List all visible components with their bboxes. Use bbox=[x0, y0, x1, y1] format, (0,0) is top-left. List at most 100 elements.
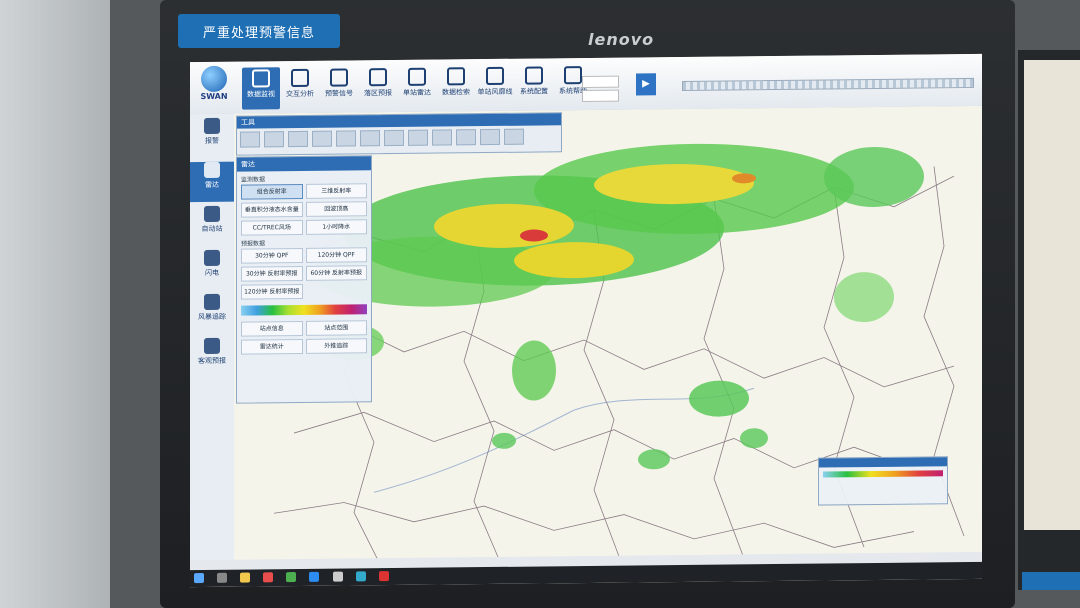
monitor-brand: lenovo bbox=[588, 30, 655, 49]
timeline-slider[interactable] bbox=[682, 77, 974, 91]
toolbar-label: 交互分析 bbox=[286, 89, 314, 99]
station-buttons: 站点信息 站点范围 雷达统计 外推追踪 bbox=[237, 320, 371, 355]
app-icon[interactable] bbox=[378, 571, 389, 582]
panel-button[interactable]: 1小时降水 bbox=[305, 219, 367, 235]
app-icon[interactable] bbox=[263, 572, 274, 583]
radar-panel: 雷达 监测数据 组合反射率 三维反射率 垂直积分液态水含量 回波顶高 CC/TREC风场… bbox=[236, 155, 372, 404]
help-icon bbox=[564, 66, 582, 85]
tool-button[interactable] bbox=[504, 128, 524, 145]
panel-button[interactable]: 组合反射率 bbox=[241, 183, 303, 200]
radar-icon bbox=[204, 161, 220, 179]
toolbar-button-4[interactable]: 单站雷达 bbox=[398, 66, 436, 108]
sidebar-label: 报警 bbox=[205, 136, 219, 145]
toolbar-label: 系统配置 bbox=[520, 87, 548, 96]
sidebar-item-0[interactable]: 报警 bbox=[190, 117, 234, 158]
search-icon[interactable] bbox=[217, 572, 228, 583]
legend-header bbox=[819, 457, 947, 468]
sidebar-label: 雷达 bbox=[205, 180, 219, 189]
panel-button[interactable]: 120分钟 反射率预报 bbox=[241, 283, 303, 300]
toolbar-label: 落区预报 bbox=[364, 89, 392, 98]
tool-button[interactable] bbox=[264, 131, 284, 148]
play-icon[interactable]: ▶ bbox=[636, 73, 656, 96]
side-monitor bbox=[1018, 50, 1080, 590]
tool-button[interactable] bbox=[456, 129, 476, 146]
warning-icon bbox=[330, 68, 348, 87]
app-icon[interactable] bbox=[286, 572, 297, 583]
monitor-screen: SWAN 数据监视 交互分析 预警信号 落区预报 单站雷达 数据检索 单站风廓线 系统配置 系统… bbox=[190, 53, 982, 588]
analysis-icon bbox=[291, 68, 309, 88]
sidebar-item-3[interactable]: 闪电 bbox=[190, 249, 234, 290]
panel-button[interactable]: 60分钟 反射率预报 bbox=[305, 265, 367, 281]
radar-icon bbox=[408, 67, 426, 86]
tool-button[interactable] bbox=[312, 130, 332, 147]
tool-button[interactable] bbox=[336, 130, 356, 147]
panel-button[interactable]: 30分钟 QPF bbox=[241, 247, 303, 264]
app-icon[interactable] bbox=[309, 571, 320, 582]
color-legend-bar bbox=[241, 304, 367, 316]
app-sidebar: 报警雷达自动站闪电风暴追踪客观预报 bbox=[190, 113, 235, 588]
toolbar-label: 单站风廓线 bbox=[477, 87, 513, 97]
sidebar-label: 自动站 bbox=[201, 224, 223, 234]
alarm-icon bbox=[204, 117, 220, 135]
wind-profile-icon bbox=[486, 66, 504, 86]
toolbar-button-3[interactable]: 落区预报 bbox=[359, 66, 397, 108]
tool-button[interactable] bbox=[408, 129, 428, 146]
tool-panel-row bbox=[237, 125, 561, 150]
tool-button[interactable] bbox=[432, 129, 452, 146]
time-field[interactable] bbox=[582, 89, 619, 103]
toolbar-button-5[interactable]: 数据检索 bbox=[437, 65, 475, 107]
panel-button[interactable]: 回波顶高 bbox=[305, 201, 367, 217]
radar-panel-title: 雷达 bbox=[237, 156, 371, 172]
start-icon[interactable] bbox=[194, 573, 204, 584]
monitor-sticker: 严重处理预警信息 bbox=[178, 14, 340, 48]
panel-button[interactable]: 外推追踪 bbox=[305, 338, 367, 354]
app-logo: SWAN bbox=[194, 65, 234, 110]
tool-button[interactable] bbox=[480, 128, 500, 146]
app-toolbar: SWAN 数据监视 交互分析 预警信号 落区预报 单站雷达 数据检索 单站风廓线 系统配置 系统… bbox=[190, 53, 982, 116]
panel-button[interactable]: 雷达统计 bbox=[241, 338, 303, 355]
tool-button[interactable] bbox=[384, 129, 404, 147]
panel-button[interactable]: CC/TREC风场 bbox=[241, 219, 303, 236]
toolbar-button-1[interactable]: 交互分析 bbox=[281, 67, 319, 109]
toolbar-button-7[interactable]: 系统配置 bbox=[515, 64, 553, 106]
tool-button[interactable] bbox=[240, 131, 260, 148]
toolbar-button-6[interactable]: 单站风廓线 bbox=[476, 65, 514, 107]
lightning-icon bbox=[204, 249, 220, 267]
sidebar-label: 闪电 bbox=[205, 268, 219, 277]
sidebar-item-2[interactable]: 自动站 bbox=[190, 205, 234, 246]
panel-button[interactable]: 30分钟 反射率预报 bbox=[241, 265, 303, 282]
objective-forecast-icon bbox=[204, 337, 220, 355]
app-icon[interactable] bbox=[355, 571, 366, 582]
toolbar-label: 预警信号 bbox=[325, 89, 353, 98]
tool-button[interactable] bbox=[360, 130, 380, 147]
sidebar-item-1[interactable]: 雷达 bbox=[190, 161, 234, 203]
date-field[interactable] bbox=[582, 75, 619, 89]
monitor-data-buttons: 组合反射率 三维反射率 垂直积分液态水含量 回波顶高 CC/TREC风场 1小时降水 bbox=[237, 183, 371, 236]
globe-icon bbox=[201, 65, 227, 93]
tool-panel: 工具 bbox=[236, 112, 562, 156]
panel-button[interactable]: 120分钟 QPF bbox=[305, 247, 367, 263]
sidebar-item-5[interactable]: 客观预报 bbox=[190, 337, 234, 378]
map-legend bbox=[818, 456, 948, 506]
toolbar-label: 数据监视 bbox=[247, 90, 275, 99]
station-icon bbox=[204, 205, 220, 223]
time-selector[interactable] bbox=[582, 75, 619, 104]
toolbar-label: 单站雷达 bbox=[403, 88, 431, 97]
app-icon[interactable] bbox=[332, 571, 343, 582]
panel-button[interactable]: 站点范围 bbox=[305, 320, 367, 336]
sidebar-item-4[interactable]: 风暴追踪 bbox=[190, 293, 234, 334]
toolbar-button-2[interactable]: 预警信号 bbox=[320, 66, 358, 108]
panel-button[interactable]: 站点信息 bbox=[241, 320, 303, 337]
monitor-icon bbox=[252, 69, 270, 88]
side-monitor-tag bbox=[1022, 572, 1080, 590]
sidebar-label: 风暴追踪 bbox=[198, 312, 226, 322]
panel-button[interactable]: 垂直积分液态水含量 bbox=[241, 201, 303, 218]
tool-button[interactable] bbox=[288, 130, 308, 148]
panel-button[interactable]: 三维反射率 bbox=[305, 183, 367, 199]
storm-icon bbox=[204, 293, 220, 311]
toolbar-button-0[interactable]: 数据监视 bbox=[242, 67, 280, 110]
wall bbox=[0, 0, 110, 608]
toolbar-tools: 数据监视 交互分析 预警信号 落区预报 单站雷达 数据检索 单站风廓线 系统配置 系统帮助 bbox=[242, 64, 593, 110]
folder-icon[interactable] bbox=[240, 572, 251, 583]
search-icon bbox=[447, 67, 465, 86]
